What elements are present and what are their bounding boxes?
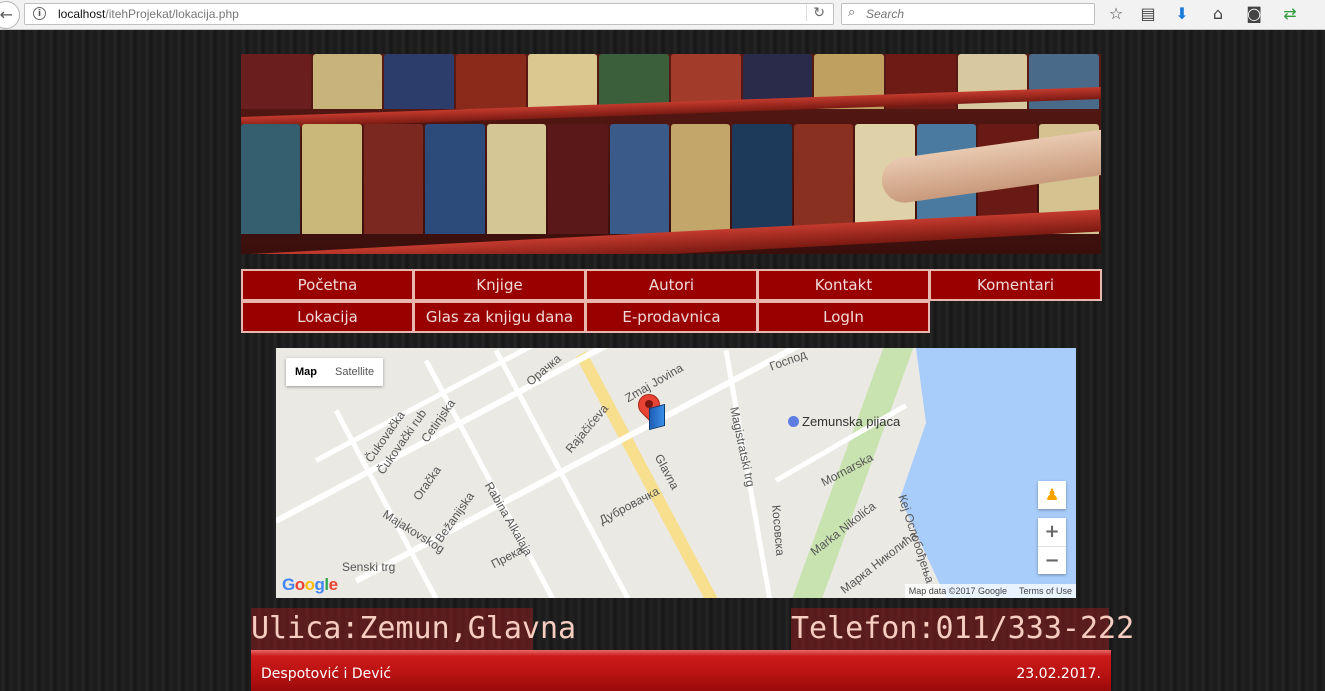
url-text: localhost/itehProjekat/lokacija.php xyxy=(58,7,239,21)
home-icon[interactable]: ⌂ xyxy=(1208,4,1228,23)
nav-item-pocetna[interactable]: Početna xyxy=(241,269,414,301)
nav-item-komentari[interactable]: Komentari xyxy=(929,269,1102,301)
bookmark-star-icon[interactable]: ☆ xyxy=(1106,4,1126,23)
search-icon: ⌕ xyxy=(848,5,856,20)
footer: Despotović i Dević 23.02.2017. xyxy=(251,650,1111,691)
nav-item-glas-za-knjigu[interactable]: Glas za knjigu dana xyxy=(413,301,586,333)
map-attribution: Map data ©2017 Google Terms of Use xyxy=(904,584,1076,598)
reload-icon[interactable]: ↻ xyxy=(806,5,825,21)
poi-label-zemunska-pijaca[interactable]: Zemunska pijaca xyxy=(802,414,900,429)
footer-date: 23.02.2017. xyxy=(1016,666,1101,682)
nav-item-kontakt[interactable]: Kontakt xyxy=(757,269,930,301)
pocket-icon[interactable]: ◙ xyxy=(1244,4,1264,23)
footer-authors: Despotović i Dević xyxy=(261,666,392,682)
sync-arrows-icon[interactable]: ⇄ xyxy=(1280,4,1300,23)
reading-list-icon[interactable]: ▤ xyxy=(1138,4,1158,23)
map-type-satellite-button[interactable]: Satellite xyxy=(326,358,383,386)
street-view-pegman-icon[interactable]: ♟ xyxy=(1038,481,1066,509)
nav-item-knjige[interactable]: Knjige xyxy=(413,269,586,301)
address-text: Ulica:Zemun,Glavna xyxy=(251,608,576,650)
search-bar[interactable]: ⌕ xyxy=(841,3,1095,25)
nav-item-e-prodavnica[interactable]: E-prodavnica xyxy=(585,301,758,333)
book-marker-icon[interactable] xyxy=(649,403,665,431)
street-label: Magistratski trg xyxy=(727,405,758,489)
browser-toolbar: ← i localhost/itehProjekat/lokacija.php … xyxy=(0,0,1325,30)
street-label: Господ xyxy=(767,348,809,374)
nav-item-lokacija[interactable]: Lokacija xyxy=(241,301,414,333)
market-poi-icon[interactable] xyxy=(788,416,799,427)
google-logo[interactable]: Google xyxy=(282,575,338,595)
road xyxy=(493,349,640,598)
phone-text: Telefon:011/333-222 xyxy=(791,608,1134,650)
search-input[interactable] xyxy=(866,6,1086,22)
street-label: Oračka xyxy=(410,463,444,504)
nav-item-autori[interactable]: Autori xyxy=(585,269,758,301)
street-label: Senski trg xyxy=(342,560,396,574)
download-icon[interactable]: ⬇ xyxy=(1172,4,1192,23)
zoom-control: + − xyxy=(1038,518,1066,574)
zoom-in-button[interactable]: + xyxy=(1038,518,1066,546)
back-arrow-icon[interactable]: ← xyxy=(0,1,20,29)
map-type-map-button[interactable]: Map xyxy=(286,358,326,386)
zoom-out-button[interactable]: − xyxy=(1038,546,1066,574)
street-label: Дубровачка xyxy=(596,483,662,528)
street-label: Косовска xyxy=(769,504,788,557)
url-bar[interactable]: i localhost/itehProjekat/lokacija.php ↻ xyxy=(24,3,834,25)
nav-item-login[interactable]: LogIn xyxy=(757,301,930,333)
map-data-text: Map data ©2017 Google xyxy=(908,586,1007,596)
map-type-control: Map Satellite xyxy=(286,358,384,386)
info-icon[interactable]: i xyxy=(33,7,46,20)
google-map[interactable]: Čukovačka Čukovački rub Cetinjska Oračka… xyxy=(276,348,1076,598)
terms-of-use-link[interactable]: Terms of Use xyxy=(1019,584,1072,598)
header-banner-image xyxy=(241,54,1101,254)
street-label: Прека xyxy=(488,542,526,572)
